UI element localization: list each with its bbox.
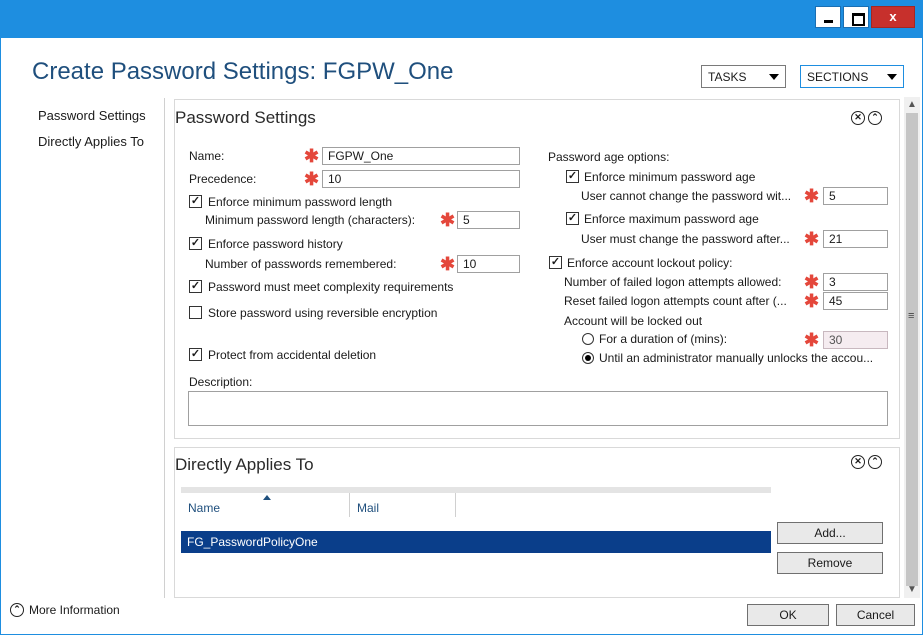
row-name: FG_PasswordPolicyOne xyxy=(187,535,318,549)
precedence-label: Precedence: xyxy=(189,172,257,186)
precedence-field[interactable]: 10 xyxy=(322,170,520,188)
until-admin-label: Until an administrator manually unlocks … xyxy=(599,351,874,365)
table-row[interactable]: FG_PasswordPolicyOne xyxy=(181,531,771,553)
page-title: Create Password Settings: FGPW_One xyxy=(32,58,454,85)
duration-field[interactable]: 30 xyxy=(823,331,888,349)
min-length-field[interactable]: 5 xyxy=(457,211,520,229)
more-information-label: More Information xyxy=(29,603,120,617)
enforce-max-age-label: Enforce maximum password age xyxy=(584,212,759,226)
applies-to-grid: Name Mail FG_PasswordPolicyOne xyxy=(181,487,771,597)
column-header-mail[interactable]: Mail xyxy=(357,501,379,515)
divider xyxy=(164,98,165,598)
sections-dropdown[interactable]: SECTIONS xyxy=(800,65,904,88)
enforce-min-length-checkbox[interactable]: ✓ xyxy=(189,195,202,208)
remove-button[interactable]: Remove xyxy=(777,552,883,574)
reset-count-field[interactable]: 45 xyxy=(823,292,888,310)
chevron-down-icon xyxy=(769,73,779,80)
tasks-dropdown[interactable]: TASKS xyxy=(701,65,786,88)
enforce-max-age-checkbox[interactable]: ✓ xyxy=(566,212,579,225)
column-header-name[interactable]: Name xyxy=(188,501,220,515)
sections-label: SECTIONS xyxy=(807,69,869,84)
age-options-label: Password age options: xyxy=(548,150,670,164)
history-label: Number of passwords remembered: xyxy=(205,257,397,271)
ok-button[interactable]: OK xyxy=(747,604,829,626)
required-star-icon: ✱ xyxy=(804,229,820,249)
enforce-min-age-checkbox[interactable]: ✓ xyxy=(566,170,579,183)
protect-deletion-checkbox[interactable]: ✓ xyxy=(189,348,202,361)
required-star-icon: ✱ xyxy=(304,146,320,166)
reversible-encryption-label: Store password using reversible encrypti… xyxy=(208,306,438,320)
reset-count-label: Reset failed logon attempts count after … xyxy=(564,294,787,308)
enforce-min-length-label: Enforce minimum password length xyxy=(208,195,393,209)
enforce-min-age-label: Enforce minimum password age xyxy=(584,170,756,184)
close-window-icon[interactable]: x xyxy=(871,6,915,28)
add-button[interactable]: Add... xyxy=(777,522,883,544)
nav-item-password-settings[interactable]: Password Settings xyxy=(38,108,146,123)
until-admin-radio[interactable] xyxy=(582,352,594,364)
tasks-label: TASKS xyxy=(708,69,747,84)
description-label: Description: xyxy=(189,375,253,389)
directly-applies-to-title: Directly Applies To xyxy=(175,455,314,474)
duration-radio[interactable] xyxy=(582,333,594,345)
grip-icon: ≡ xyxy=(908,310,915,322)
scrollbar-thumb[interactable] xyxy=(906,113,918,586)
complexity-label: Password must meet complexity requiremen… xyxy=(208,280,454,294)
required-star-icon: ✱ xyxy=(440,254,456,274)
protect-deletion-label: Protect from accidental deletion xyxy=(208,348,377,362)
required-star-icon: ✱ xyxy=(804,291,820,311)
grid-header-bar xyxy=(181,487,771,493)
column-divider[interactable] xyxy=(455,493,456,517)
enforce-history-label: Enforce password history xyxy=(208,237,343,251)
more-information-toggle[interactable]: ⌃ More Information xyxy=(10,603,120,617)
enforce-history-checkbox[interactable]: ✓ xyxy=(189,237,202,250)
history-field[interactable]: 10 xyxy=(457,255,520,273)
scroll-up-icon[interactable]: ▲ xyxy=(904,97,920,113)
min-age-label: User cannot change the password wit... xyxy=(581,189,792,203)
description-field[interactable] xyxy=(188,391,888,426)
required-star-icon: ✱ xyxy=(804,186,820,206)
expand-icon: ⌃ xyxy=(10,603,24,617)
close-section-icon[interactable]: ✕ xyxy=(851,455,865,469)
vertical-scrollbar[interactable]: ▲ ≡ ▼ xyxy=(904,97,920,598)
close-section-icon[interactable]: ✕ xyxy=(851,111,865,125)
lockout-checkbox[interactable]: ✓ xyxy=(549,256,562,269)
cancel-button[interactable]: Cancel xyxy=(836,604,915,626)
title-bar: x xyxy=(0,0,923,38)
minimize-icon[interactable] xyxy=(815,6,841,28)
complexity-checkbox[interactable]: ✓ xyxy=(189,280,202,293)
reversible-encryption-checkbox[interactable] xyxy=(189,306,202,319)
window-controls: x xyxy=(815,6,915,28)
sort-ascending-icon xyxy=(263,495,271,500)
chevron-down-icon xyxy=(887,73,897,80)
password-settings-title: Password Settings xyxy=(175,108,316,127)
column-divider[interactable] xyxy=(349,493,350,517)
name-label: Name: xyxy=(189,149,225,163)
locked-out-label: Account will be locked out xyxy=(564,314,703,328)
collapse-section-icon[interactable]: ⌃ xyxy=(868,455,882,469)
required-star-icon: ✱ xyxy=(440,210,456,230)
min-length-label: Minimum password length (characters): xyxy=(205,213,416,227)
lockout-label: Enforce account lockout policy: xyxy=(567,256,733,270)
section-nav: Password Settings Directly Applies To xyxy=(38,108,146,160)
collapse-section-icon[interactable]: ⌃ xyxy=(868,111,882,125)
name-field[interactable]: FGPW_One xyxy=(322,147,520,165)
min-age-field[interactable]: 5 xyxy=(823,187,888,205)
nav-item-directly-applies-to[interactable]: Directly Applies To xyxy=(38,134,146,149)
max-age-field[interactable]: 21 xyxy=(823,230,888,248)
required-star-icon: ✱ xyxy=(804,272,820,292)
failed-attempts-field[interactable]: 3 xyxy=(823,273,888,291)
required-star-icon: ✱ xyxy=(304,169,320,189)
maximize-icon[interactable] xyxy=(843,6,869,28)
duration-label: For a duration of (mins): xyxy=(599,332,728,346)
failed-attempts-label: Number of failed logon attempts allowed: xyxy=(564,275,782,289)
max-age-label: User must change the password after... xyxy=(581,232,790,246)
required-star-icon: ✱ xyxy=(804,330,820,350)
scroll-down-icon[interactable]: ▼ xyxy=(904,582,920,598)
